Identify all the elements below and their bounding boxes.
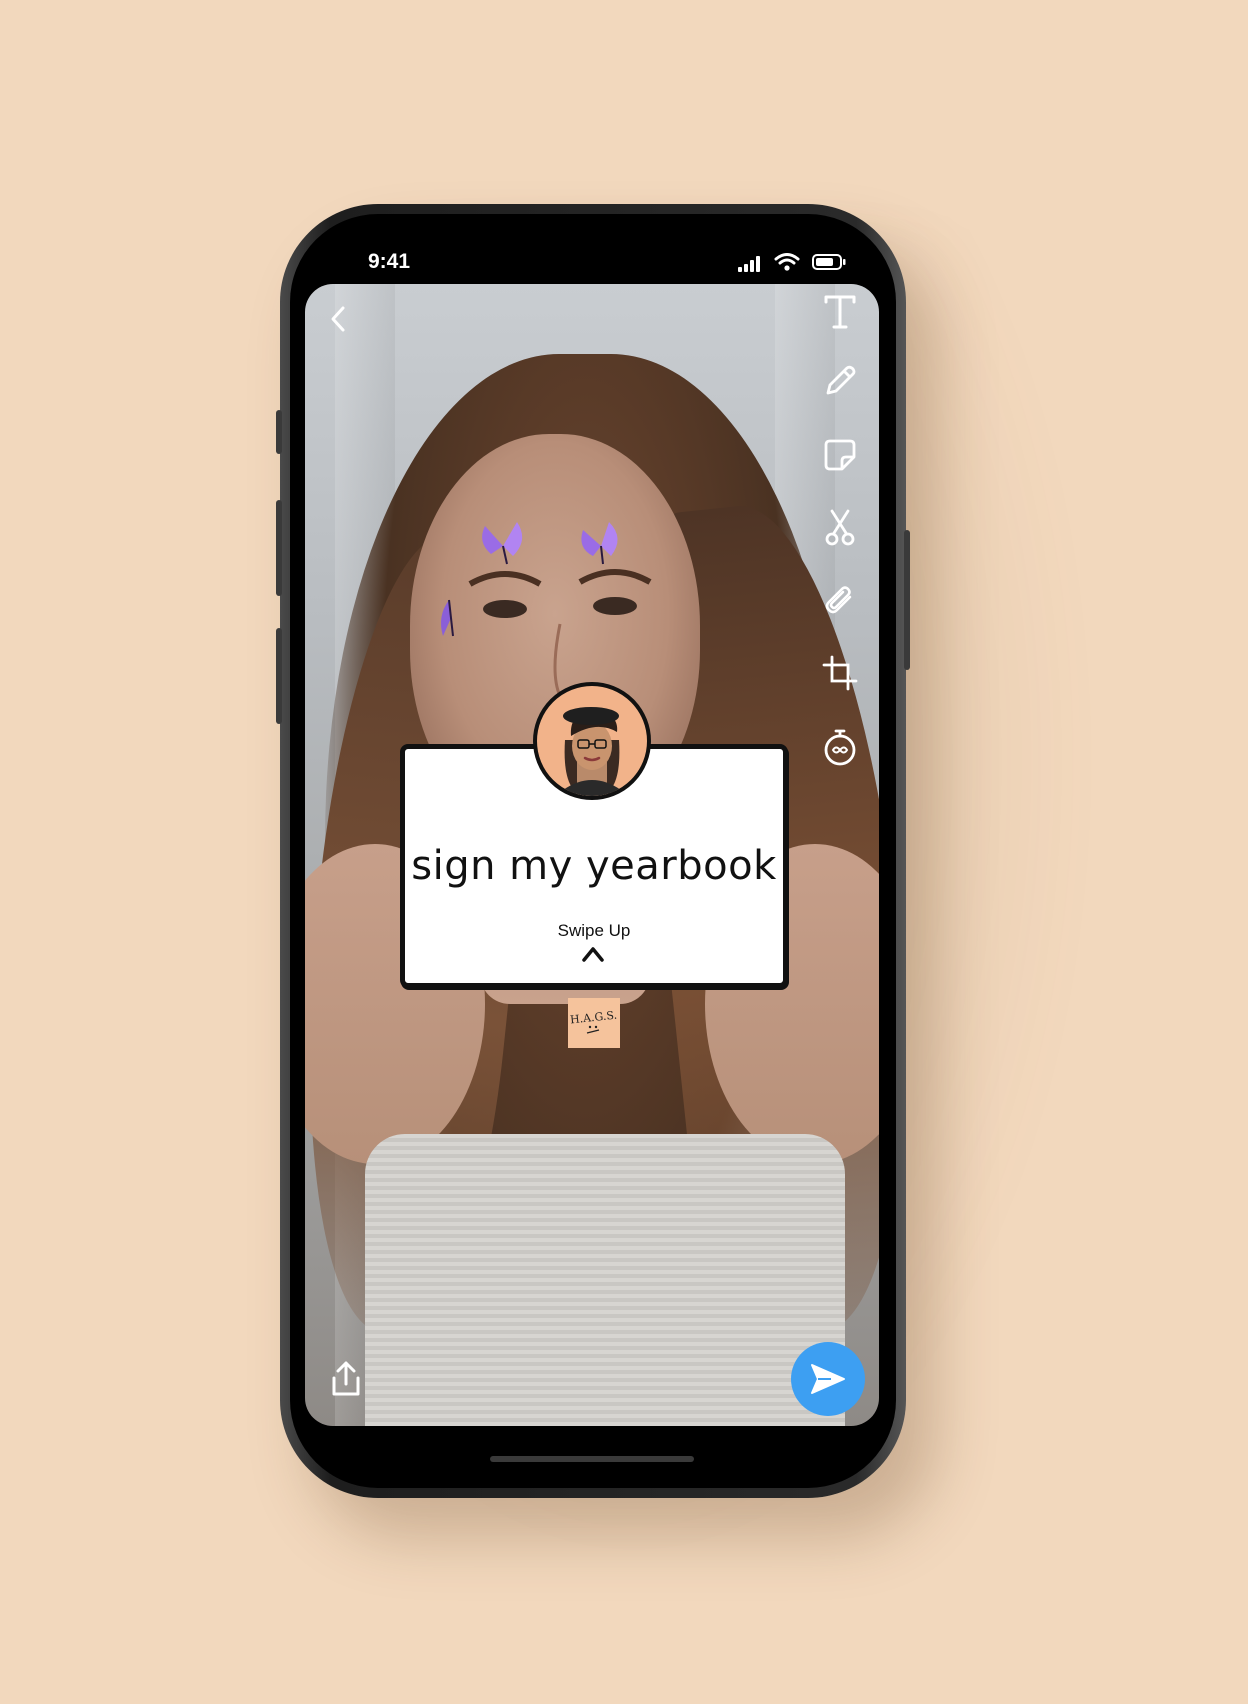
send-button[interactable] <box>791 1342 865 1416</box>
status-bar: 9:41 <box>290 214 896 284</box>
caret-up-icon <box>582 947 604 962</box>
cellular-signal-icon <box>738 256 760 272</box>
hags-note-sticker[interactable]: H.A.G.S. <box>568 998 620 1048</box>
chevron-left-icon <box>331 306 345 332</box>
scissors-tool-button[interactable] <box>817 504 863 550</box>
story-camera-screen: sign my yearbook Swipe Up H.A.G.S. <box>305 284 879 1426</box>
butterfly-lens-icon <box>441 599 454 637</box>
pencil-icon <box>826 365 856 395</box>
text-tool-button[interactable] <box>817 288 863 334</box>
notch <box>484 214 702 274</box>
send-arrow-icon <box>811 1364 845 1394</box>
pen-tool-button[interactable] <box>817 358 863 404</box>
butterfly-lens-icon <box>482 522 523 565</box>
scissors-icon <box>825 509 855 546</box>
timer-infinity-icon <box>824 729 856 766</box>
timer-tool-button[interactable] <box>817 724 863 770</box>
home-indicator <box>490 1456 694 1462</box>
smiley-doodle-icon <box>586 1025 600 1034</box>
share-button[interactable] <box>323 1354 369 1404</box>
sticker-title: sign my yearbook <box>411 843 777 889</box>
share-icon <box>332 1361 360 1396</box>
mute-switch <box>276 410 282 454</box>
paperclip-icon <box>825 586 852 614</box>
bitmoji-face-icon <box>563 707 621 796</box>
sticker-tool-button[interactable] <box>817 432 863 478</box>
status-time: 9:41 <box>368 250 411 273</box>
text-icon <box>824 295 856 329</box>
volume-down-button <box>276 628 282 724</box>
attach-tool-button[interactable] <box>817 578 863 624</box>
bitmoji-avatar <box>533 682 651 800</box>
photo-top <box>365 1134 845 1426</box>
battery-icon <box>812 254 846 270</box>
butterfly-lens-icon <box>581 522 618 565</box>
volume-up-button <box>276 500 282 596</box>
wifi-icon <box>774 253 800 271</box>
hags-note-text: H.A.G.S. <box>569 1008 619 1026</box>
back-button[interactable] <box>315 294 361 344</box>
sticker-icon <box>824 439 856 471</box>
crop-tool-button[interactable] <box>817 650 863 696</box>
power-button <box>904 530 910 670</box>
crop-icon <box>822 655 858 691</box>
swipe-up-label: Swipe Up <box>557 921 631 940</box>
